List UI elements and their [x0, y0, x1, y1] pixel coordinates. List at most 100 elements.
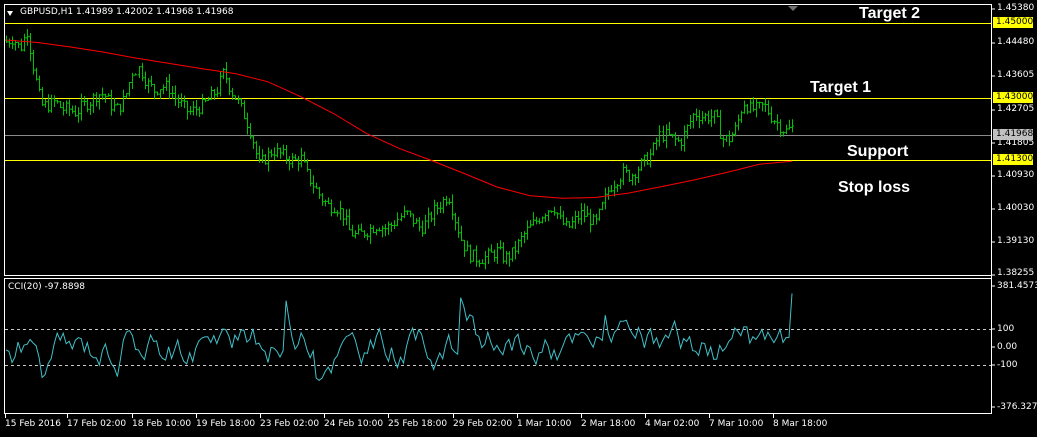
price-bar — [743, 100, 746, 114]
triangle-down-icon[interactable] — [7, 11, 13, 16]
price-bar — [372, 225, 375, 234]
price-bar — [219, 71, 222, 97]
price-bar — [472, 249, 475, 262]
price-bar — [556, 212, 559, 219]
price-bar — [520, 231, 523, 248]
price-bar — [770, 106, 773, 124]
price-bar — [125, 93, 128, 99]
price-bar — [387, 221, 390, 235]
price-bar — [433, 199, 436, 227]
price-bar — [80, 93, 83, 121]
price-bar — [336, 210, 339, 217]
price-bar — [384, 224, 387, 237]
price-bar — [369, 224, 372, 244]
price-bar — [237, 95, 240, 105]
price-bar — [613, 180, 616, 197]
price-bar — [5, 35, 8, 43]
price-bar — [740, 110, 743, 123]
price-bar — [487, 247, 490, 264]
price-bar — [421, 220, 424, 237]
price-bar — [439, 201, 442, 213]
price-bars — [5, 28, 794, 270]
price-bar — [327, 197, 330, 205]
price-bar — [294, 154, 297, 160]
price-bar — [50, 94, 53, 113]
price-bar — [619, 178, 622, 190]
price-bar — [559, 206, 562, 220]
price-bar — [547, 210, 550, 222]
price-bar — [186, 100, 189, 120]
price-bar — [469, 244, 472, 264]
price-pane[interactable] — [4, 4, 992, 276]
price-bar — [686, 124, 689, 139]
price-bar — [779, 119, 782, 137]
price-bar — [634, 173, 637, 186]
price-bar — [764, 98, 767, 113]
price-bar — [454, 212, 457, 231]
price-bar — [523, 231, 526, 244]
cci-line — [5, 293, 793, 382]
price-bar — [707, 110, 710, 125]
price-bar — [201, 93, 204, 115]
chart-window[interactable] — [0, 0, 1037, 437]
price-bar — [574, 210, 577, 229]
price-bar — [538, 218, 541, 225]
price-bar — [150, 75, 153, 87]
cci-pane[interactable] — [4, 278, 992, 414]
price-bar — [240, 98, 243, 107]
price-bar — [785, 124, 788, 135]
price-bar — [586, 205, 589, 217]
price-bar — [222, 67, 225, 80]
price-bar — [752, 97, 755, 112]
price-bar — [460, 225, 463, 242]
price-bar — [147, 78, 150, 94]
price-bar — [677, 136, 680, 142]
x-tick-label: 25 Feb 18:00 — [388, 419, 448, 429]
price-bar — [529, 219, 532, 228]
price-bar — [273, 147, 276, 161]
chart-shift-marker[interactable] — [788, 6, 798, 11]
price-bar — [59, 101, 62, 109]
moving-average-line — [5, 39, 793, 199]
price-bar — [20, 38, 23, 52]
price-bar — [393, 220, 396, 230]
target2-price-tag: 1.45000 — [993, 17, 1033, 28]
price-bar — [62, 102, 65, 116]
price-bar — [607, 186, 610, 200]
price-bar — [680, 138, 683, 151]
price-bar — [141, 62, 144, 82]
price-bar — [309, 169, 312, 187]
x-tick-label: 2 Mar 18:00 — [581, 419, 636, 429]
price-bar — [128, 81, 131, 97]
price-bar — [436, 202, 439, 215]
price-bar — [466, 240, 469, 252]
price-bar — [502, 242, 505, 264]
price-bar — [761, 102, 764, 112]
price-bar — [424, 214, 427, 234]
price-bar — [378, 227, 381, 232]
price-bar — [366, 233, 369, 241]
price-bar — [788, 119, 791, 130]
cci-scale-label: 100 — [997, 324, 1015, 334]
price-bar — [481, 259, 484, 265]
price-bar — [508, 251, 511, 267]
price-bar — [315, 182, 318, 189]
x-tick-label: 17 Feb 02:00 — [67, 419, 127, 429]
price-bar — [77, 107, 80, 123]
price-bar — [577, 211, 580, 224]
x-tick-marks — [5, 414, 774, 418]
price-bar — [565, 217, 568, 226]
price-bar — [668, 121, 671, 136]
price-bar — [493, 249, 496, 262]
symbol-header: GBPUSD,H1 1.41989 1.42002 1.41968 1.4196… — [20, 7, 234, 17]
price-bar — [568, 221, 571, 228]
price-bar — [177, 94, 180, 109]
price-bar — [228, 77, 231, 96]
price-bar — [571, 216, 574, 229]
price-bar — [695, 108, 698, 121]
price-bar — [689, 114, 692, 129]
price-bar — [168, 73, 171, 99]
price-bar — [767, 100, 770, 116]
price-bar — [107, 93, 110, 97]
price-bar — [195, 100, 198, 116]
